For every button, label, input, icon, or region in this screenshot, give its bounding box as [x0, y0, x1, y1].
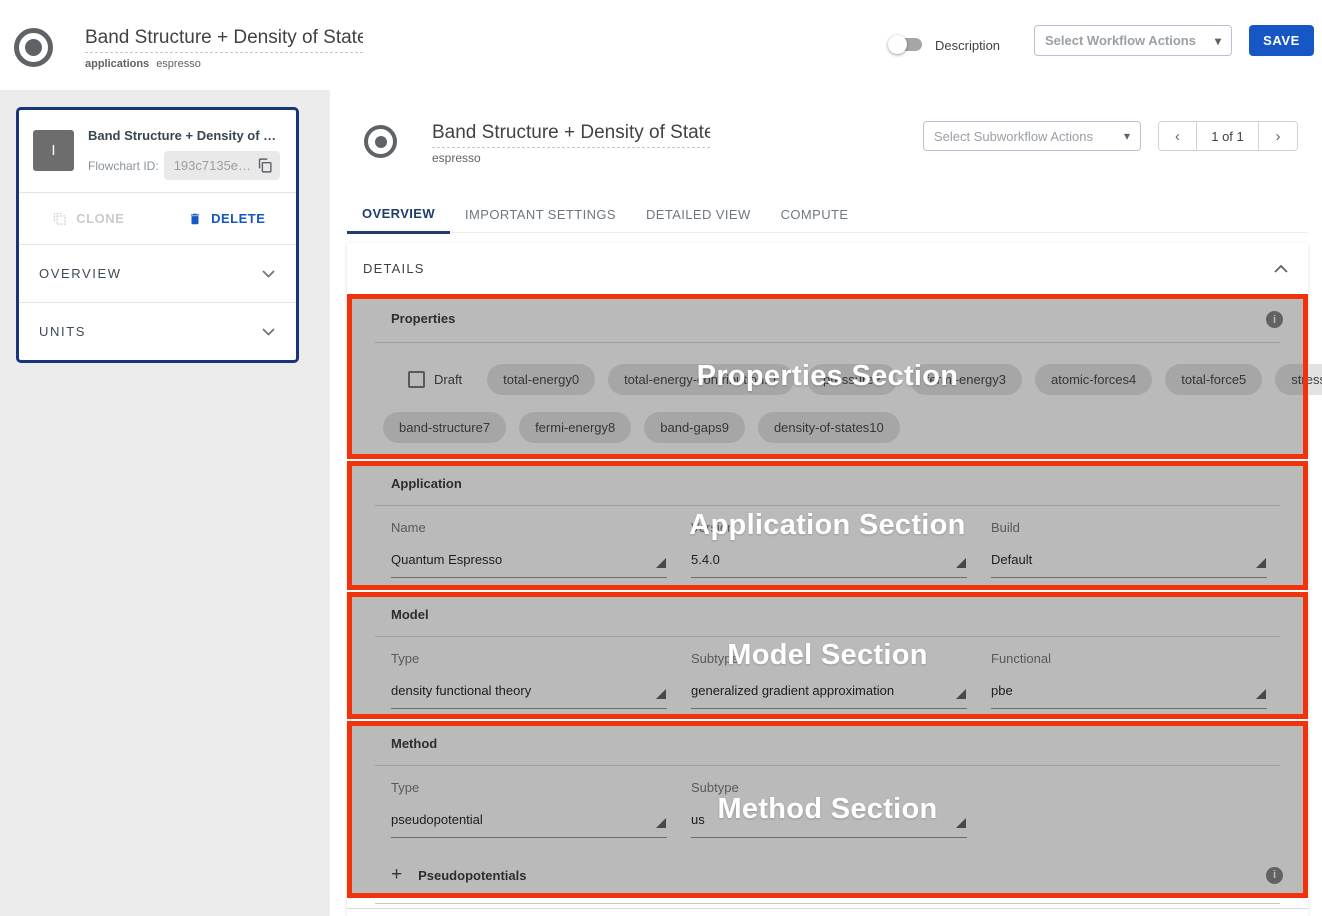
pager-page-label: 1 of 1	[1196, 121, 1259, 151]
description-toggle[interactable]	[888, 35, 924, 53]
unit-card: I Band Structure + Density of … Flowchar…	[16, 107, 299, 363]
subworkflow-subtitle: espresso	[432, 151, 481, 165]
sidebar-item-units[interactable]: UNITS	[19, 303, 296, 360]
subworkflow-title-text[interactable]: Band Structure + Density of States	[432, 122, 710, 148]
pager-prev-button[interactable]: ‹	[1158, 121, 1197, 151]
clone-button-label: CLONE	[76, 211, 124, 226]
toggle-knob	[888, 35, 907, 54]
caret-down-icon: ▾	[1215, 34, 1221, 48]
subworkflow-logo-icon	[364, 125, 397, 158]
tab-important-settings[interactable]: IMPORTANT SETTINGS	[450, 196, 631, 232]
sidebar: I Band Structure + Density of … Flowchar…	[0, 90, 330, 916]
annotation-label: Application Section	[689, 509, 965, 542]
flowchart-id-row: Flowchart ID: 193c7135e…	[88, 151, 280, 180]
chevron-left-icon: ‹	[1175, 128, 1180, 145]
unit-title: Band Structure + Density of …	[88, 125, 280, 143]
units-accordion-label: UNITS	[39, 324, 86, 339]
clone-icon	[52, 211, 67, 226]
overview-accordion-label: OVERVIEW	[39, 266, 122, 281]
flowchart-id-label: Flowchart ID:	[88, 159, 159, 173]
subworkflow-actions-select[interactable]: Select Subworkflow Actions ▾	[923, 121, 1141, 151]
tab-bar: OVERVIEW IMPORTANT SETTINGS DETAILED VIE…	[347, 196, 1308, 233]
annotation-model-section: Model Section	[347, 592, 1308, 719]
workflow-actions-select[interactable]: Select Workflow Actions ▾	[1034, 25, 1232, 56]
top-bar: Band Structure + Density of States appli…	[0, 0, 1322, 90]
save-button[interactable]: SAVE	[1249, 25, 1314, 56]
caret-down-icon: ▾	[1124, 129, 1130, 143]
breadcrumb-app: espresso	[156, 58, 201, 70]
chevron-down-icon	[262, 270, 275, 278]
chevron-right-icon: ›	[1276, 128, 1281, 145]
flowchart-id-value: 193c7135e…	[174, 158, 251, 173]
annotation-label: Method Section	[717, 793, 937, 826]
annotation-method-section: Method Section	[347, 721, 1308, 898]
annotation-properties-section: Properties Section	[347, 294, 1308, 459]
sidebar-item-overview[interactable]: OVERVIEW	[19, 245, 296, 302]
tab-compute[interactable]: COMPUTE	[766, 196, 864, 232]
trash-icon	[188, 211, 202, 227]
flowchart-id-field[interactable]: 193c7135e…	[164, 151, 280, 180]
collapse-details-button[interactable]	[1270, 260, 1292, 277]
details-title: DETAILS	[363, 261, 425, 276]
copy-icon[interactable]	[256, 157, 273, 174]
description-toggle-label: Description	[935, 38, 1000, 53]
details-header: DETAILS	[347, 243, 1308, 293]
unit-info: Band Structure + Density of … Flowchart …	[88, 125, 280, 180]
workflow-title-text[interactable]: Band Structure + Density of States	[85, 27, 363, 53]
workflow-actions-label: Select Workflow Actions	[1045, 33, 1196, 48]
main-panel: Band Structure + Density of States espre…	[330, 90, 1322, 916]
chevron-up-icon	[1274, 264, 1288, 273]
tab-overview[interactable]: OVERVIEW	[347, 196, 450, 234]
subworkflow-actions-label: Select Subworkflow Actions	[934, 129, 1093, 144]
annotation-label: Properties Section	[697, 360, 959, 393]
chevron-down-icon	[262, 328, 275, 336]
unit-badge: I	[33, 130, 74, 171]
delete-button-label: DELETE	[211, 211, 265, 226]
annotation-application-section: Application Section	[347, 461, 1308, 590]
subworkflow-pager: ‹ 1 of 1 ›	[1158, 121, 1298, 151]
card-actions: CLONE DELETE	[19, 193, 296, 244]
section-divider	[375, 903, 1280, 904]
next-section-divider	[347, 908, 1308, 909]
subworkflow-title[interactable]: Band Structure + Density of States	[432, 122, 710, 154]
breadcrumb: applications espresso	[85, 58, 201, 70]
breadcrumb-category: applications	[85, 58, 149, 70]
workflow-title[interactable]: Band Structure + Density of States	[85, 27, 363, 59]
app-logo-icon	[14, 28, 53, 67]
pager-next-button[interactable]: ›	[1258, 121, 1298, 151]
tab-detailed-view[interactable]: DETAILED VIEW	[631, 196, 766, 232]
clone-button[interactable]: CLONE	[19, 211, 158, 226]
annotation-label: Model Section	[727, 639, 927, 672]
delete-button[interactable]: DELETE	[158, 211, 297, 227]
unit-summary-row: I Band Structure + Density of … Flowchar…	[19, 110, 296, 192]
